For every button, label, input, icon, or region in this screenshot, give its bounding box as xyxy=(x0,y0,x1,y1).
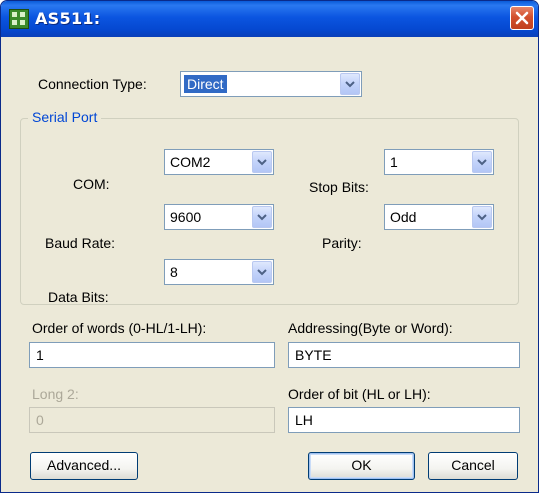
addressing-label: Addressing(Byte or Word): xyxy=(288,320,453,336)
com-dropdown-button[interactable] xyxy=(252,151,272,173)
parity-label: Parity: xyxy=(322,235,362,251)
baud-rate-dropdown-button[interactable] xyxy=(252,206,272,228)
long2-value: 0 xyxy=(36,412,44,428)
cancel-button[interactable]: Cancel xyxy=(428,452,518,480)
parity-value: Odd xyxy=(390,209,417,225)
order-of-words-input[interactable]: 1 xyxy=(29,342,275,368)
connection-type-dropdown-button[interactable] xyxy=(340,73,360,95)
com-label: COM: xyxy=(73,176,110,192)
stop-bits-dropdown-button[interactable] xyxy=(472,151,492,173)
baud-rate-value: 9600 xyxy=(170,209,202,225)
connection-type-label: Connection Type: xyxy=(38,76,147,92)
chevron-down-icon xyxy=(477,159,487,166)
data-bits-dropdown-button[interactable] xyxy=(252,261,272,283)
title-bar[interactable]: AS511: xyxy=(1,1,538,37)
order-of-bit-label: Order of bit (HL or LH): xyxy=(288,386,431,402)
long2-label: Long 2: xyxy=(32,386,79,402)
chevron-down-icon xyxy=(257,269,267,276)
data-bits-label: Data Bits: xyxy=(48,289,109,305)
serial-port-title: Serial Port xyxy=(28,109,102,125)
long2-input: 0 xyxy=(29,407,275,433)
com-value: COM2 xyxy=(170,154,211,170)
advanced-button[interactable]: Advanced... xyxy=(30,452,138,480)
order-of-bit-value: LH xyxy=(295,412,313,428)
close-button[interactable] xyxy=(510,6,534,30)
close-icon xyxy=(515,11,529,25)
ok-button[interactable]: OK xyxy=(308,452,415,480)
parity-select[interactable]: Odd xyxy=(384,204,494,230)
window-title: AS511: xyxy=(35,9,101,28)
baud-rate-select[interactable]: 9600 xyxy=(164,204,274,230)
order-of-words-value: 1 xyxy=(36,347,44,363)
data-bits-select[interactable]: 8 xyxy=(164,259,274,285)
chevron-down-icon xyxy=(477,214,487,221)
stop-bits-label: Stop Bits: xyxy=(309,179,369,195)
order-of-bit-input[interactable]: LH xyxy=(288,407,520,433)
connection-type-value: Direct xyxy=(184,75,227,93)
connection-type-select[interactable]: Direct xyxy=(180,71,362,97)
addressing-input[interactable]: BYTE xyxy=(288,342,520,368)
chevron-down-icon xyxy=(257,214,267,221)
stop-bits-select[interactable]: 1 xyxy=(384,149,494,175)
data-bits-value: 8 xyxy=(170,264,178,280)
com-select[interactable]: COM2 xyxy=(164,149,274,175)
order-of-words-label: Order of words (0-HL/1-LH): xyxy=(32,320,207,336)
dialog-window: AS511: Connection Type: Direct Serial Po… xyxy=(0,0,539,493)
addressing-value: BYTE xyxy=(295,347,332,363)
stop-bits-value: 1 xyxy=(390,154,398,170)
app-icon xyxy=(9,9,29,29)
parity-dropdown-button[interactable] xyxy=(472,206,492,228)
chevron-down-icon xyxy=(345,81,355,88)
baud-rate-label: Baud Rate: xyxy=(45,235,116,251)
chevron-down-icon xyxy=(257,159,267,166)
